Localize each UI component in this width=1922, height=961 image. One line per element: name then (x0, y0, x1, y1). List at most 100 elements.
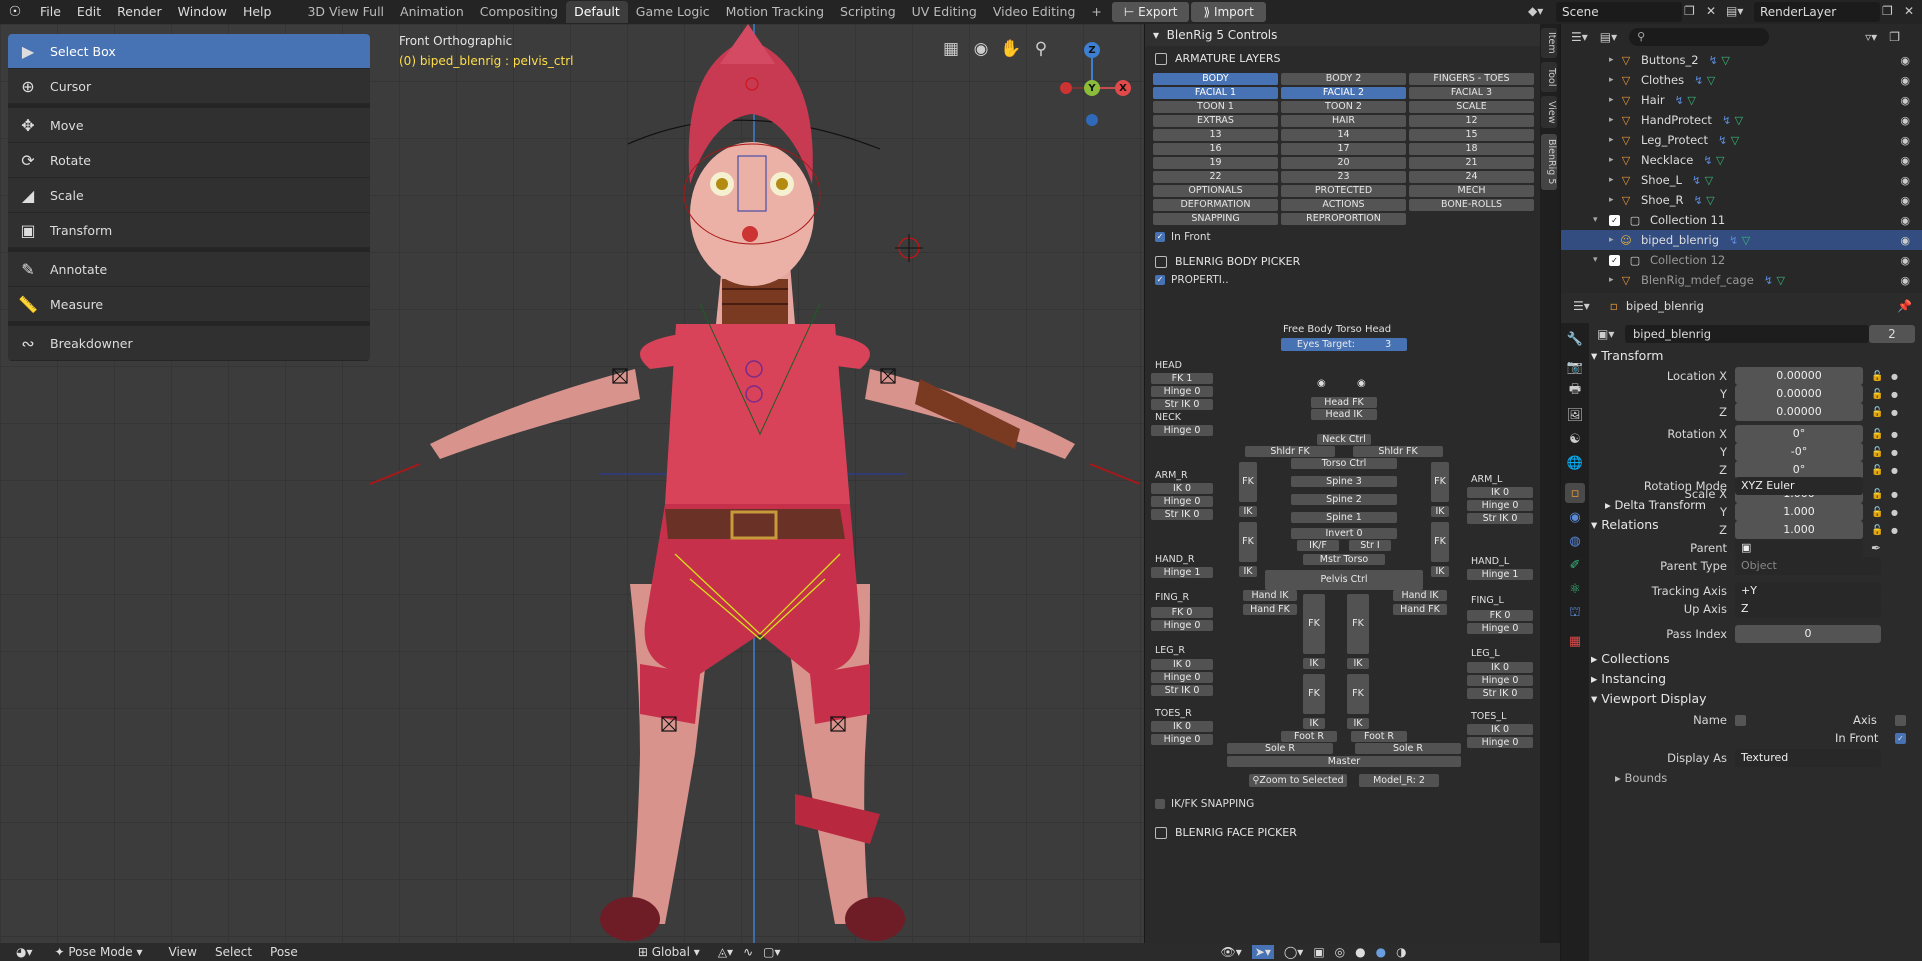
layer-button[interactable]: 24 (1409, 171, 1534, 183)
layer-button[interactable]: SNAPPING (1153, 213, 1278, 225)
expand-arrow-icon[interactable]: ▸ (1609, 135, 1619, 145)
datablock-users-count[interactable]: 2 (1869, 325, 1915, 343)
leg-l-ik-slider[interactable]: IK 0 (1467, 662, 1533, 673)
visibility-eye-icon[interactable]: ◉ (1900, 154, 1910, 167)
visibility-eye-icon[interactable]: ◉ (1900, 74, 1910, 87)
visibility-eye-icon[interactable]: ◉ (1900, 174, 1910, 187)
layer-button[interactable]: 18 (1409, 143, 1534, 155)
collapse-arrow-icon[interactable]: ▾ (1593, 215, 1603, 225)
tab-view[interactable]: View (1541, 96, 1557, 128)
layer-button[interactable]: PROTECTED (1281, 185, 1406, 197)
collection-checkbox[interactable]: ✓ (1609, 254, 1620, 266)
tab-game-logic[interactable]: Game Logic (628, 1, 718, 23)
scene-tab-icon[interactable]: ☯ (1565, 429, 1585, 449)
tab-video-editing[interactable]: Video Editing (985, 1, 1084, 23)
display-as-select[interactable]: Textured (1735, 749, 1881, 767)
leg-l-hinge-slider[interactable]: Hinge 0 (1467, 675, 1533, 686)
outliner-editor-icon[interactable]: ☰▾ (1571, 30, 1588, 44)
arm-l-hinge-slider[interactable]: Hinge 0 (1467, 500, 1533, 511)
visibility-eye-icon[interactable]: ◉ (1900, 254, 1910, 267)
layer-button[interactable]: FACIAL 2 (1281, 87, 1406, 99)
gizmo-z-axis[interactable]: Z (1084, 42, 1100, 58)
arm-r-hinge-slider[interactable]: Hinge 0 (1151, 496, 1213, 507)
expand-arrow-icon[interactable]: ▸ (1609, 235, 1619, 245)
pelvis-ctrl-button[interactable]: Pelvis Ctrl (1265, 570, 1423, 590)
viewport-display-header[interactable]: ▾ Viewport Display (1591, 691, 1707, 706)
shldr-fk-l-button[interactable]: Shldr FK (1353, 446, 1443, 457)
leg-l-ik-button[interactable]: IK (1347, 658, 1369, 669)
menu-view[interactable]: View (169, 945, 197, 959)
lock-icon[interactable]: 🔓 (1871, 465, 1883, 476)
hand-l-hinge-slider[interactable]: Hinge 1 (1467, 569, 1533, 580)
arm-l-ik-button[interactable]: IK (1431, 506, 1449, 517)
spine-1-button[interactable]: Spine 1 (1291, 512, 1397, 523)
keyframe-dot-icon[interactable]: ● (1891, 430, 1898, 439)
expand-arrow-icon[interactable]: ▸ (1609, 175, 1619, 185)
layer-button[interactable]: TOON 1 (1153, 101, 1278, 113)
expand-arrow-icon[interactable]: ▸ (1609, 95, 1619, 105)
constraints-tab-icon[interactable]: ◍ (1565, 531, 1585, 551)
tab-scripting[interactable]: Scripting (832, 1, 904, 23)
bone-tab-icon[interactable]: ⚛ (1565, 579, 1585, 599)
ikfk-snapping-checkbox[interactable] (1155, 799, 1165, 809)
neck-ctrl-button[interactable]: Neck Ctrl (1317, 434, 1371, 445)
leg-r-ik-button[interactable]: IK (1303, 658, 1325, 669)
layer-button[interactable]: 23 (1281, 171, 1406, 183)
transform-value-field[interactable]: 1.000 (1735, 521, 1863, 539)
str-i-toggle[interactable]: Str I (1349, 540, 1391, 551)
pivot-icon[interactable]: ◬▾ (718, 945, 733, 959)
arm-r-ik-button[interactable]: IK (1239, 506, 1257, 517)
bone-constraint-tab-icon[interactable]: ⛫ (1565, 603, 1585, 623)
eyedropper-icon[interactable]: ✒ (1871, 541, 1881, 555)
outliner-row[interactable]: ▾ ✓ ▢ Collection 12 ◉ (1561, 250, 1922, 270)
datablock-type-icon[interactable]: ▣▾ (1597, 327, 1614, 341)
modifiers-tab-icon[interactable]: ◉ (1565, 507, 1585, 527)
lock-icon[interactable]: 🔓 (1871, 429, 1883, 440)
head-ik-button[interactable]: Head IK (1311, 409, 1377, 420)
gizmo-toggle-icon[interactable]: ➤▾ (1251, 945, 1274, 959)
lock-icon[interactable]: 🔓 (1871, 525, 1883, 536)
export-button[interactable]: ⊢ Export (1111, 2, 1190, 22)
toes-r-hinge-slider[interactable]: Hinge 0 (1151, 734, 1213, 745)
delete-layer-icon[interactable]: ✕ (1904, 4, 1914, 18)
bounds-header[interactable]: ▸ Bounds (1615, 771, 1667, 785)
menu-help[interactable]: Help (235, 0, 280, 24)
layer-button[interactable]: DEFORMATION (1153, 199, 1278, 211)
lock-icon[interactable]: 🔓 (1871, 447, 1883, 458)
tab-blenrig[interactable]: BlenRig 5 (1541, 134, 1557, 190)
fing-r-hinge-slider[interactable]: Hinge 0 (1151, 620, 1213, 631)
neck-hinge-slider[interactable]: Hinge 0 (1151, 425, 1213, 436)
properties-editor-icon[interactable]: ☰▾ (1573, 299, 1590, 313)
toes-l-hinge-slider[interactable]: Hinge 0 (1467, 737, 1533, 748)
arm-r-fk-button[interactable]: FK (1239, 462, 1257, 502)
outliner-row[interactable]: ▸ ▽ Shoe_R ↯ ▽ ◉ (1561, 190, 1922, 210)
collections-header[interactable]: ▸ Collections (1591, 651, 1670, 666)
tab-3d-view-full[interactable]: 3D View Full (299, 1, 392, 23)
arm-l-fk-button[interactable]: FK (1431, 462, 1449, 502)
sole-r-button[interactable]: Sole R (1227, 743, 1333, 754)
outliner-row[interactable]: ▸ ▽ Leg_Protect ↯ ▽ ◉ (1561, 130, 1922, 150)
layer-button[interactable]: FINGERS - TOES (1409, 73, 1534, 85)
head-str-ik-slider[interactable]: Str IK 0 (1151, 399, 1213, 410)
tool-cursor[interactable]: ⊕ Cursor (8, 69, 370, 104)
snap-icon[interactable]: ∿ (743, 945, 753, 959)
tool-annotate[interactable]: ✎ Annotate (8, 252, 370, 287)
filter-icon[interactable]: ▿▾ (1865, 30, 1877, 44)
camera-view-icon[interactable]: ◉ (968, 36, 994, 62)
mode-selector[interactable]: ✦ Pose Mode ▾ (55, 945, 143, 959)
shin-r-ik-button[interactable]: IK (1303, 718, 1325, 729)
parent-type-select[interactable]: Object (1735, 557, 1881, 575)
torso-ctrl-button[interactable]: Torso Ctrl (1291, 458, 1397, 469)
outliner-row[interactable]: ▸ ▽ Necklace ↯ ▽ ◉ (1561, 150, 1922, 170)
keyframe-dot-icon[interactable]: ● (1891, 408, 1898, 417)
forearm-l-ik-button[interactable]: IK (1431, 566, 1449, 577)
world-tab-icon[interactable]: 🌐 (1565, 453, 1585, 473)
blenrig-panel-header[interactable]: ▾ BlenRig 5 Controls (1145, 24, 1540, 46)
hand-ik-l-button[interactable]: Hand IK (1393, 590, 1447, 601)
layer-button[interactable]: 15 (1409, 129, 1534, 141)
fing-l-fk-slider[interactable]: FK 0 (1467, 610, 1533, 621)
visibility-eye-icon[interactable]: ◉ (1900, 214, 1910, 227)
in-front-checkbox[interactable]: ✓ (1155, 232, 1165, 242)
blender-logo-icon[interactable]: ☉ (6, 3, 24, 21)
outliner-row[interactable]: ▸ ▽ BlenRig_mdef_cage ↯ ▽ ◉ (1561, 270, 1922, 290)
